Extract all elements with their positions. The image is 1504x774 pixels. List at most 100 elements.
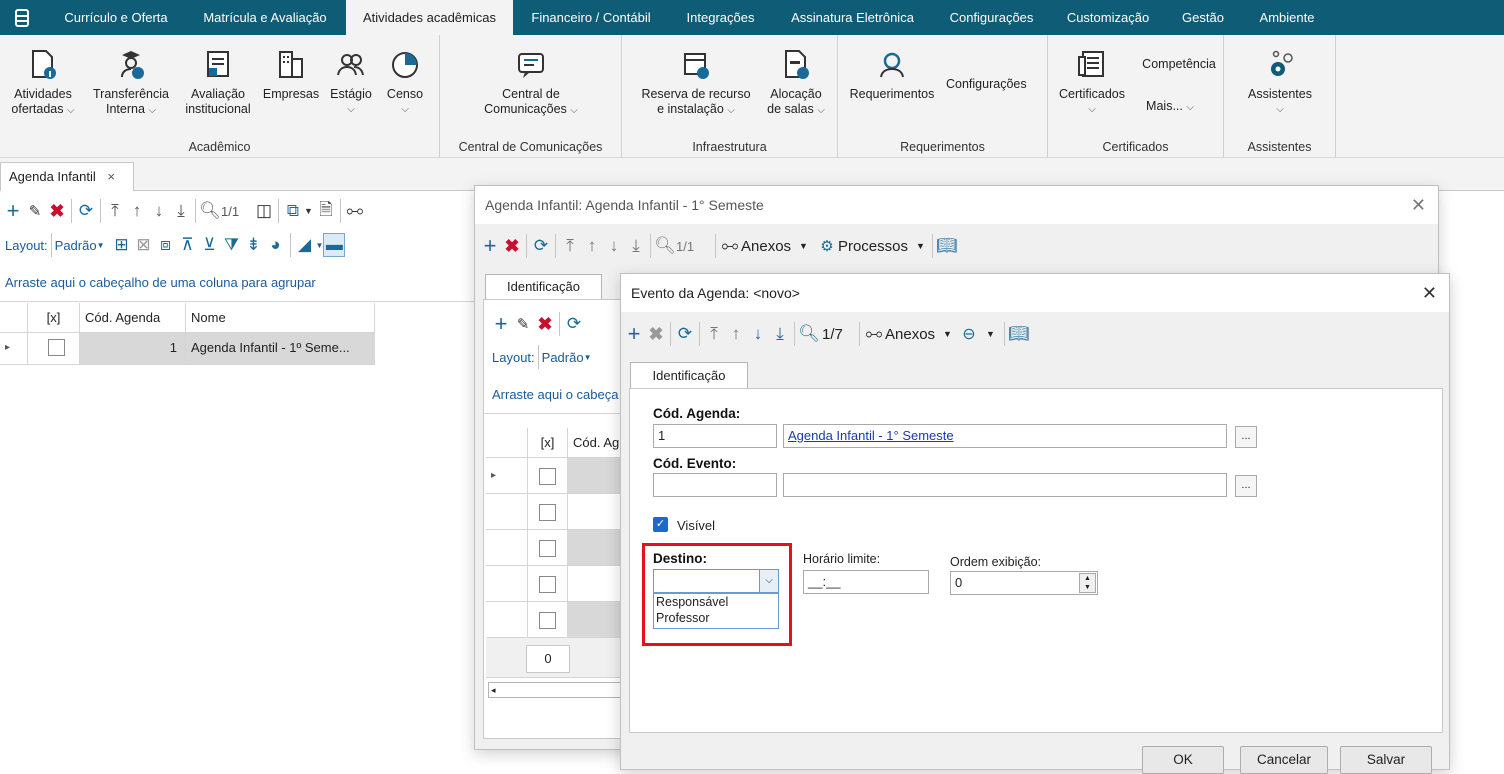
columns-icon[interactable]: ◫ (253, 199, 275, 223)
last-record-icon[interactable]: ⤓ (769, 322, 791, 346)
edit-icon[interactable]: ✎ (512, 312, 534, 336)
previous-record-icon[interactable]: ↑ (581, 234, 603, 258)
group-panel[interactable]: Arraste aqui o cabeçalho de uma coluna p… (0, 266, 475, 302)
tab-integracoes[interactable]: Integrações (669, 0, 772, 35)
processos-button[interactable]: Processos (838, 238, 908, 255)
column-header-select[interactable]: [x] (528, 428, 568, 458)
competencia-button[interactable]: Competência (1138, 57, 1220, 72)
edit-icon[interactable]: ✎ (24, 199, 46, 223)
table-row-checkbox[interactable] (528, 494, 568, 530)
table-cell[interactable] (568, 458, 624, 494)
gear-icon[interactable]: ⚙ (816, 234, 838, 258)
checkbox[interactable] (539, 540, 556, 557)
avaliacao-institucional-button[interactable]: Avaliação institucional (180, 49, 256, 117)
search-icon[interactable]: 🔍︎ (654, 234, 676, 258)
layout-dropdown[interactable]: Padrão (55, 238, 97, 253)
chevron-down-icon[interactable]: ▼ (943, 329, 952, 339)
table-row-checkbox[interactable] (28, 333, 80, 365)
agenda-lookup-button[interactable]: ... (1235, 426, 1257, 448)
tab-matricula[interactable]: Matrícula e Avaliação (186, 0, 344, 35)
chevron-down-icon[interactable]: ▼ (986, 329, 995, 339)
checkbox[interactable] (47, 339, 65, 356)
help-book-icon[interactable]: 📖︎ (936, 234, 958, 258)
move-up-icon[interactable]: ⊼ (177, 233, 199, 257)
checkbox[interactable] (539, 504, 556, 521)
table-cell-cod[interactable]: 1 (80, 333, 186, 365)
app-menu-icon[interactable] (6, 0, 38, 35)
transferencia-interna-button[interactable]: Transferência Interna ⌵ (88, 49, 174, 118)
chevron-down-icon[interactable]: ▼ (584, 353, 592, 362)
search-icon[interactable]: 🔍︎ (798, 322, 820, 346)
add-icon[interactable]: + (2, 198, 24, 223)
attachment-icon[interactable]: ⧟ (344, 199, 366, 223)
win1-tab-identificacao[interactable]: Identificação (485, 274, 602, 300)
tab-atividades[interactable]: Atividades acadêmicas (346, 0, 513, 35)
delete-icon[interactable]: ✖ (46, 199, 68, 223)
filter-icon[interactable]: ⧩ (221, 233, 243, 257)
table-row-checkbox[interactable] (528, 566, 568, 602)
table-row-checkbox[interactable] (528, 602, 568, 638)
refresh-icon[interactable]: ⟳ (530, 234, 552, 258)
horario-limite-input[interactable]: __:__ (803, 570, 929, 594)
layout-dropdown[interactable]: Padrão (542, 350, 584, 365)
certificados-button[interactable]: Certificados ⌵ (1054, 49, 1130, 117)
assistentes-button[interactable]: Assistentes ⌵ (1236, 49, 1324, 117)
next-record-icon[interactable]: ↓ (747, 322, 769, 346)
document-tab[interactable]: Agenda Infantil × (0, 162, 134, 191)
add-icon[interactable]: + (479, 233, 501, 258)
close-icon[interactable]: ✕ (1422, 274, 1437, 312)
paperclip-icon[interactable]: ⧟ (719, 234, 741, 258)
central-comunicacoes-button[interactable]: Central de Comunicações ⌵ (470, 49, 592, 118)
atividades-ofertadas-button[interactable]: Atividades ofertadas ⌵ (4, 49, 82, 118)
table-cell-nome[interactable]: Agenda Infantil - 1º Seme... (186, 333, 375, 365)
checkbox[interactable] (539, 612, 556, 629)
ordem-spinner[interactable]: ▲ ▼ (1079, 573, 1096, 593)
mais-button[interactable]: Mais... ⌵ (1138, 99, 1202, 115)
anexos-button[interactable]: Anexos (741, 238, 791, 255)
last-record-icon[interactable]: ⤓ (170, 199, 192, 223)
add-icon[interactable]: + (623, 321, 645, 346)
censo-button[interactable]: Censo ⌵ (380, 49, 430, 117)
table-cell[interactable] (568, 530, 624, 566)
close-icon[interactable]: × (107, 169, 115, 184)
evento-name-input[interactable] (783, 473, 1227, 497)
option-responsavel[interactable]: Responsável (654, 594, 778, 610)
ordem-exibicao-input[interactable]: 0 (950, 571, 1098, 595)
search-icon[interactable]: 🔍︎ (199, 199, 221, 223)
help-book-icon[interactable]: 📖︎ (1008, 322, 1030, 346)
configuracoes-req-button[interactable]: Configurações (946, 77, 1042, 92)
first-record-icon[interactable]: ⤒ (559, 234, 581, 258)
delete-icon[interactable]: ✖ (645, 322, 667, 346)
color-icon[interactable]: ◕ (265, 233, 287, 257)
table-cell[interactable] (568, 494, 624, 530)
tab-assinatura[interactable]: Assinatura Eletrônica (774, 0, 931, 35)
cod-agenda-input[interactable]: 1 (653, 424, 777, 448)
next-record-icon[interactable]: ↓ (603, 234, 625, 258)
sort-icon[interactable]: ⇟ (243, 233, 265, 257)
group-icon[interactable]: ⧈ (155, 233, 177, 257)
column-header-cod[interactable]: Cód. Ag (568, 428, 624, 458)
cod-evento-input[interactable] (653, 473, 777, 497)
previous-record-icon[interactable]: ↑ (725, 322, 747, 346)
agenda-name-link[interactable]: Agenda Infantil - 1° Semeste (783, 424, 1227, 448)
chevron-down-icon[interactable]: ▼ (316, 241, 324, 250)
refresh-icon[interactable]: ⟳ (563, 312, 585, 336)
tab-customizacao[interactable]: Customização (1052, 0, 1164, 35)
chart-icon[interactable]: ◢ (294, 233, 316, 257)
tab-financeiro[interactable]: Financeiro / Contábil (515, 0, 667, 35)
refresh-icon[interactable]: ⟳ (75, 199, 97, 223)
first-record-icon[interactable]: ⤒ (104, 199, 126, 223)
delete-icon[interactable]: ✖ (501, 234, 523, 258)
chevron-down-icon[interactable]: ▼ (916, 241, 925, 251)
close-icon[interactable]: ✕ (1411, 186, 1426, 224)
panel-icon[interactable]: ▬ (323, 233, 346, 257)
empresas-button[interactable]: Empresas (260, 49, 322, 102)
checkbox[interactable] (539, 468, 556, 485)
last-record-icon[interactable]: ⤓ (625, 234, 647, 258)
report-icon[interactable]: 🗎 (315, 199, 337, 223)
tab-ambiente[interactable]: Ambiente (1242, 0, 1332, 35)
win2-tab-identificacao[interactable]: Identificação (630, 362, 748, 389)
tab-configuracoes[interactable]: Configurações (933, 0, 1050, 35)
evento-lookup-button[interactable]: ... (1235, 475, 1257, 497)
delete-icon[interactable]: ✖ (534, 312, 556, 336)
